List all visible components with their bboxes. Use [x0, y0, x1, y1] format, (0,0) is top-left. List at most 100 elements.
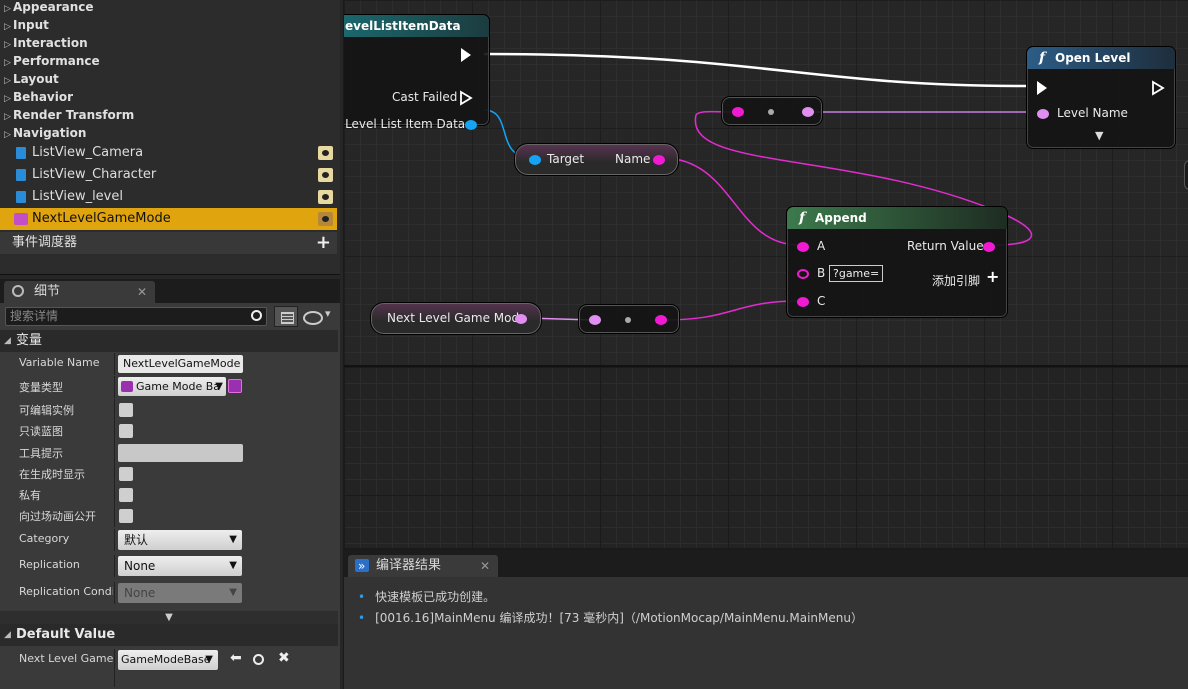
cast-node-title: evelListItemData — [344, 15, 489, 37]
exec-failed-pin[interactable] — [459, 90, 473, 106]
variable-name-input[interactable]: NextLevelGameMode — [118, 355, 243, 373]
append-c-pin[interactable] — [797, 297, 809, 307]
return-value-pin[interactable] — [983, 242, 995, 252]
compiler-results-panel: 编译器结果 ✕ •快速模板已成功创建。 •[0016.16]MainMenu 编… — [344, 550, 1188, 689]
close-icon[interactable]: ✕ — [480, 555, 490, 577]
open-level-node[interactable]: f Open Level Level Name ▼ — [1026, 46, 1176, 149]
reroute-out-pin[interactable] — [802, 107, 814, 117]
row-default-value: Next Level Game M GameModeBase ▼ ⬅ ✖ — [0, 649, 338, 687]
target-pin[interactable] — [529, 155, 541, 165]
name-output-pin[interactable] — [653, 155, 665, 165]
exec-out-pin[interactable] — [461, 48, 471, 62]
replication-combo[interactable]: None ▼ — [118, 556, 242, 576]
dropdown-arrow-icon: ▼ — [229, 560, 237, 571]
append-b-input[interactable]: ?game= — [829, 265, 883, 282]
visibility-eye-icon[interactable] — [318, 190, 333, 204]
blueprint-graph[interactable]: evelListItemData Cast Failed s Level Lis… — [344, 0, 1188, 365]
row-replication: Replication None ▼ — [0, 555, 338, 577]
variable-listview-character[interactable]: ListView_Character — [0, 164, 337, 186]
collapse-arrow-icon: ◢ — [4, 630, 11, 640]
default-class-combo[interactable]: GameModeBase ▼ — [118, 650, 218, 670]
add-pin-plus-icon[interactable]: + — [986, 267, 999, 286]
expose-cinematics-checkbox[interactable] — [119, 509, 133, 523]
instance-editable-checkbox[interactable] — [119, 403, 133, 417]
object-variable-icon — [16, 191, 26, 203]
name-to-a-wire — [661, 157, 800, 246]
category-layout[interactable]: ▷ Layout — [4, 70, 59, 88]
expose-on-spawn-checkbox[interactable] — [119, 467, 133, 481]
category-render-transform[interactable]: ▷ Render Transform — [4, 106, 134, 124]
exec-in-pin[interactable] — [1037, 81, 1047, 95]
property-matrix-button[interactable] — [274, 306, 298, 327]
row-instance-editable: 可编辑实例 — [0, 399, 338, 421]
private-checkbox[interactable] — [119, 488, 133, 502]
next-level-game-mode-getter[interactable]: Next Level Game Mode — [370, 302, 542, 335]
details-magnifier-icon — [12, 285, 24, 297]
section-default-value[interactable]: ◢ Default Value — [0, 624, 338, 646]
category-navigation[interactable]: ▷ Navigation — [4, 124, 86, 142]
reroute-to-c-wire — [663, 300, 800, 321]
compiler-messages: • 快速模板已成功创建。 • [0016.16]MainMenu 编译成功！[73 … — [344, 577, 1188, 689]
reroute-node-bottom[interactable] — [578, 304, 680, 334]
tab-details[interactable]: 细节 ✕ — [4, 281, 155, 303]
collapse-arrow-icon: ◢ — [4, 336, 11, 346]
row-expose-on-spawn: 在生成时显示 — [0, 463, 338, 485]
variable-type-combo[interactable]: Game Mode Ba ▼ — [118, 377, 226, 396]
dropdown-arrow-icon: ▼ — [229, 534, 237, 545]
details-tabbar: 细节 ✕ — [0, 279, 340, 303]
object-output-pin[interactable] — [465, 120, 477, 130]
variable-listview-level[interactable]: ListView_level — [0, 186, 337, 208]
visibility-eye-icon[interactable] — [318, 168, 333, 182]
expand-node-arrow-icon[interactable]: ▼ — [1095, 129, 1103, 142]
row-replication-condition: Replication Conditi None ▼ — [0, 582, 338, 604]
compiler-icon — [355, 555, 369, 577]
container-type-icon[interactable] — [228, 379, 242, 393]
level-name-pin[interactable] — [1037, 109, 1049, 119]
tooltip-input[interactable] — [118, 444, 243, 462]
reroute-out-pin[interactable] — [655, 315, 667, 325]
object-variable-icon — [16, 147, 26, 159]
compiler-tabbar: 编译器结果 ✕ — [344, 550, 1188, 577]
reroute-in-pin[interactable] — [732, 107, 744, 117]
graph-lower-area[interactable] — [344, 365, 1188, 548]
append-node[interactable]: f Append A Return Value B ?game= 添加引脚 + … — [786, 206, 1008, 318]
blueprint-readonly-checkbox[interactable] — [119, 424, 133, 438]
variable-listview-camera[interactable]: ListView_Camera — [0, 142, 337, 164]
variable-next-level-game-mode[interactable]: NextLevelGameMode — [0, 208, 337, 230]
section-variable[interactable]: ◢ 变量 — [0, 330, 338, 352]
search-details-input[interactable]: 搜索详情 — [5, 307, 267, 326]
visibility-eye-icon[interactable] — [318, 146, 333, 160]
row-variable-type: 变量类型 Game Mode Ba ▼ — [0, 376, 338, 398]
advanced-expand-arrow-icon[interactable]: ▼ — [0, 611, 338, 625]
category-appearance[interactable]: ▷ Appearance — [4, 0, 94, 16]
close-icon[interactable]: ✕ — [137, 281, 147, 303]
exec-out-pin[interactable] — [1151, 80, 1165, 96]
cast-node[interactable]: evelListItemData Cast Failed s Level Lis… — [344, 14, 490, 131]
reroute-in-pin[interactable] — [589, 315, 601, 325]
category-combo[interactable]: 默认 ▼ — [118, 530, 242, 550]
browse-search-icon[interactable] — [253, 654, 264, 665]
dropdown-arrow-icon: ▼ — [205, 654, 213, 665]
class-type-icon — [121, 381, 133, 392]
view-options-eye-icon[interactable] — [303, 307, 331, 325]
replication-condition-combo: None ▼ — [118, 583, 242, 603]
row-private: 私有 — [0, 484, 338, 506]
reroute-node-top[interactable] — [721, 96, 823, 126]
category-interaction[interactable]: ▷ Interaction — [4, 34, 88, 52]
exec-wire — [483, 52, 1027, 88]
tab-compiler-results[interactable]: 编译器结果 ✕ — [348, 555, 498, 577]
object-variable-icon — [16, 169, 26, 181]
get-name-node[interactable]: Target Name — [514, 143, 679, 176]
category-input[interactable]: ▷ Input — [4, 16, 49, 34]
use-selected-arrow-icon[interactable]: ⬅ — [230, 650, 242, 666]
row-expose-cinematics: 向过场动画公开 — [0, 505, 338, 527]
class-output-pin[interactable] — [515, 314, 527, 324]
category-performance[interactable]: ▷ Performance — [4, 52, 100, 70]
append-a-pin[interactable] — [797, 242, 809, 252]
add-icon[interactable]: + — [316, 232, 331, 254]
clear-x-icon[interactable]: ✖ — [278, 650, 290, 666]
event-dispatchers-header[interactable]: 事件调度器 + — [0, 232, 337, 254]
append-b-pin[interactable] — [797, 269, 809, 279]
visibility-eye-closed-icon[interactable] — [318, 212, 333, 226]
category-behavior[interactable]: ▷ Behavior — [4, 88, 73, 106]
